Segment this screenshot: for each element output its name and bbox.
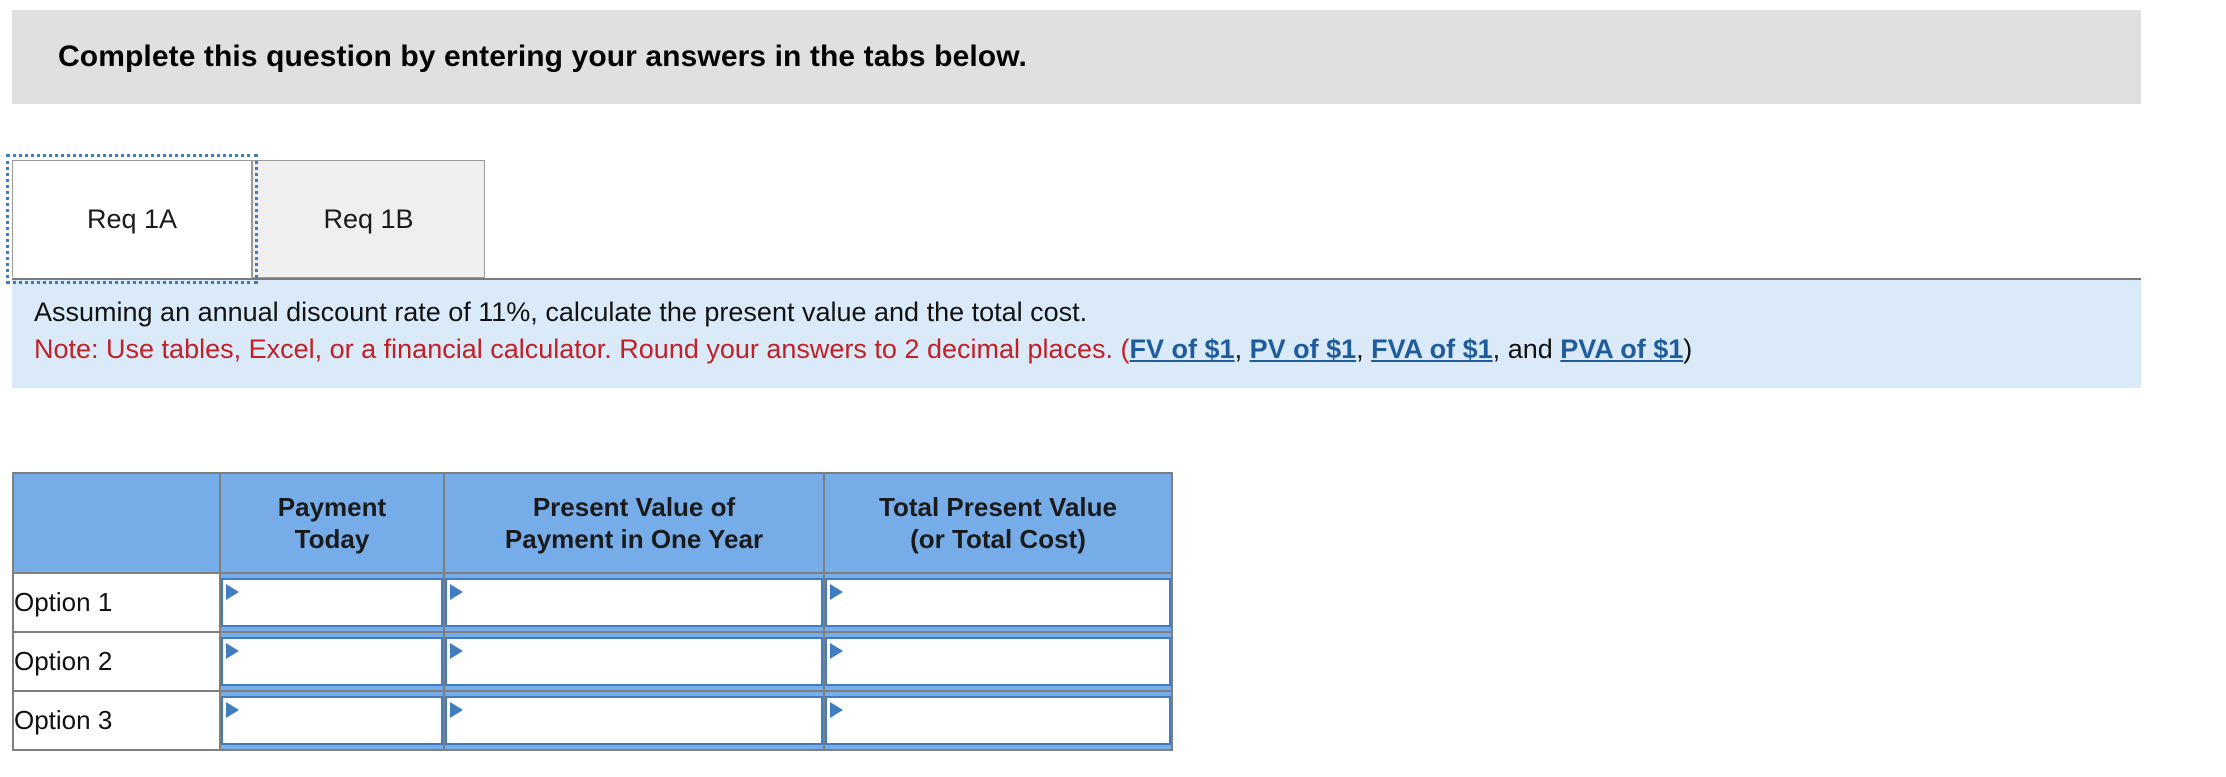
banner-title: Complete this question by entering your …: [58, 40, 1027, 73]
note-paren-open: (: [1113, 334, 1130, 364]
sep-1: ,: [1234, 334, 1250, 364]
header-pv-line1: Present Value of: [532, 492, 736, 522]
link-fva-of-1[interactable]: FVA of $1: [1371, 334, 1493, 364]
cell-option-3-payment-today[interactable]: [219, 690, 445, 751]
tab-req-1b-label: Req 1B: [323, 203, 414, 234]
cell-option-3-pv-one-year[interactable]: [443, 690, 825, 751]
cell-option-2-pv-one-year[interactable]: [443, 631, 825, 692]
header-total-line2: (or Total Cost): [910, 524, 1086, 554]
cell-option-3-total-pv[interactable]: [823, 690, 1173, 751]
table-row: Option 1: [12, 572, 1173, 633]
header-payment-today-line2: Today: [294, 524, 370, 554]
requirement-instructions-panel: Assuming an annual discount rate of 11%,…: [12, 278, 2141, 388]
table-row: Option 3: [12, 690, 1173, 751]
header-pv-line2: Payment in One Year: [504, 524, 764, 554]
row-label-option-3: Option 3: [12, 690, 221, 751]
header-blank: [12, 472, 221, 574]
input-option-3-pv-one-year[interactable]: [445, 696, 823, 745]
input-option-1-payment-today[interactable]: [221, 578, 443, 627]
input-option-1-total-pv[interactable]: [825, 578, 1171, 627]
note-text: Note: Use tables, Excel, or a financial …: [34, 334, 1114, 364]
header-payment-today-line1: Payment: [277, 492, 387, 522]
input-option-2-total-pv[interactable]: [825, 637, 1171, 686]
link-pva-of-1[interactable]: PVA of $1: [1560, 334, 1683, 364]
cell-option-1-pv-one-year[interactable]: [443, 572, 825, 633]
instruction-note: Note: Use tables, Excel, or a financial …: [34, 331, 2141, 368]
cell-option-1-payment-today[interactable]: [219, 572, 445, 633]
tab-req-1a[interactable]: Req 1A: [12, 160, 252, 278]
header-pv-payment-one-year: Present Value of Payment in One Year: [443, 472, 825, 574]
header-payment-today: Payment Today: [219, 472, 445, 574]
link-fv-of-1[interactable]: FV of $1: [1130, 334, 1235, 364]
sep-2: ,: [1356, 334, 1372, 364]
link-pv-of-1[interactable]: PV of $1: [1250, 334, 1357, 364]
row-label-option-2: Option 2: [12, 631, 221, 692]
input-option-2-payment-today[interactable]: [221, 637, 443, 686]
instruction-line-1: Assuming an annual discount rate of 11%,…: [34, 297, 1088, 327]
row-label-option-1: Option 1: [12, 572, 221, 633]
sep-3: ,: [1492, 334, 1508, 364]
cell-option-2-payment-today[interactable]: [219, 631, 445, 692]
tab-req-1b[interactable]: Req 1B: [252, 160, 485, 278]
header-total-line1: Total Present Value: [879, 492, 1117, 522]
table-header-row: Payment Today Present Value of Payment i…: [12, 472, 1173, 574]
paren-close: ): [1683, 334, 1693, 364]
instruction-banner: Complete this question by entering your …: [12, 10, 2141, 104]
header-total-present-value: Total Present Value (or Total Cost): [823, 472, 1173, 574]
and-text: and: [1507, 334, 1561, 364]
tab-req-1a-label: Req 1A: [86, 203, 178, 234]
input-option-2-pv-one-year[interactable]: [445, 637, 823, 686]
answer-table: Payment Today Present Value of Payment i…: [12, 472, 1173, 751]
cell-option-2-total-pv[interactable]: [823, 631, 1173, 692]
cell-option-1-total-pv[interactable]: [823, 572, 1173, 633]
input-option-3-total-pv[interactable]: [825, 696, 1171, 745]
table-row: Option 2: [12, 631, 1173, 692]
input-option-3-payment-today[interactable]: [221, 696, 443, 745]
input-option-1-pv-one-year[interactable]: [445, 578, 823, 627]
